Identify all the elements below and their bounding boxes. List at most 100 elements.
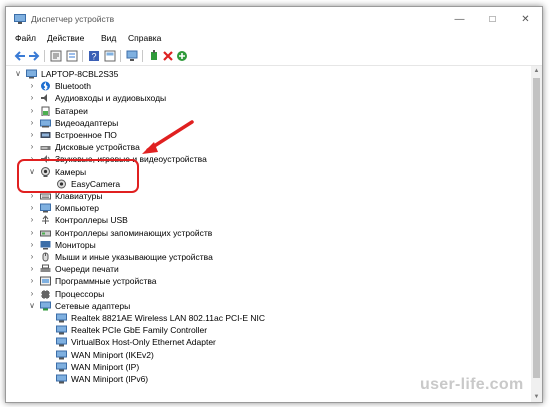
maximize-button[interactable]: □ <box>476 7 509 33</box>
expand-chevron-icon[interactable]: › <box>28 105 36 117</box>
toolbar-separator <box>120 50 121 62</box>
expand-chevron-icon[interactable]: › <box>28 117 36 129</box>
tree-device[interactable]: Realtek 8821AE Wireless LAN 802.11ac PCI… <box>6 312 526 324</box>
menu-view[interactable]: Вид <box>101 33 116 43</box>
help-icon[interactable]: ? <box>88 50 100 62</box>
tree-item-label: Мониторы <box>55 239 96 250</box>
close-window-button[interactable]: ✕ <box>509 7 542 33</box>
back-icon[interactable] <box>14 50 26 62</box>
expand-chevron-icon[interactable]: › <box>28 288 36 300</box>
toolbar-separator <box>44 50 45 62</box>
tree-category[interactable]: › Bluetooth <box>6 80 526 92</box>
device-tree: ∨ LAPTOP-8CBL2S35 › Bluetooth › Аудиовходы и … <box>6 66 531 402</box>
device-manager-window: Диспетчер устройств — □ ✕ Файл Действие … <box>5 6 543 403</box>
usb-icon <box>42 215 49 225</box>
network-icon <box>56 350 67 360</box>
tree-item-label: Встроенное ПО <box>55 130 117 140</box>
tree-category[interactable]: › Программные устройства <box>6 275 526 287</box>
tree-item-label: Компьютер <box>55 203 99 214</box>
expand-chevron-icon[interactable]: › <box>28 214 36 226</box>
expand-chevron-icon[interactable]: › <box>28 141 36 153</box>
annotation-highlight-box <box>17 159 139 193</box>
watermark: user-life.com <box>420 376 524 393</box>
svg-text:?: ? <box>92 52 97 62</box>
monitor-icon <box>40 240 51 250</box>
tree-category[interactable]: › Видеоадаптеры <box>6 117 526 129</box>
expand-chevron-icon[interactable]: › <box>28 251 36 263</box>
display-adapter-icon <box>40 119 51 128</box>
title-bar: Диспетчер устройств — □ ✕ <box>6 7 542 33</box>
vertical-scrollbar[interactable]: ▲ ▼ <box>531 66 542 402</box>
tree-category[interactable]: › Процессоры <box>6 288 526 300</box>
expand-chevron-open-icon[interactable]: ∨ <box>28 300 36 312</box>
tree-device[interactable]: VirtualBox Host-Only Ethernet Adapter <box>6 336 526 348</box>
tree-category[interactable]: › Компьютер <box>6 202 526 214</box>
toolbar-separator <box>82 50 83 62</box>
network-icon <box>56 325 67 335</box>
tree-item-label: WAN Miniport (IKEv2) <box>71 349 154 360</box>
toolbar: ? <box>6 47 542 66</box>
tree-item-label: Realtek PCIe GbE Family Controller <box>71 325 208 336</box>
tree-item-label: Дисковые устройства <box>55 142 140 153</box>
tree-item-label: Аудиовходы и аудиовыходы <box>55 93 167 104</box>
tree-item-label: Батареи <box>55 105 88 116</box>
minimize-button[interactable]: — <box>443 7 476 33</box>
properties-icon[interactable] <box>50 50 62 62</box>
tree-category[interactable]: › Дисковые устройства <box>6 141 526 153</box>
expand-chevron-icon[interactable]: › <box>28 239 36 251</box>
tree-category[interactable]: ∨ Сетевые адаптеры <box>6 300 526 312</box>
expand-chevron-icon[interactable]: › <box>28 129 36 141</box>
tree-category[interactable]: › Батареи <box>6 105 526 117</box>
expand-chevron-icon[interactable]: › <box>28 227 36 239</box>
tree-item-label: Видеоадаптеры <box>55 117 119 128</box>
disk-icon <box>40 146 51 151</box>
tree-category[interactable]: › Мониторы <box>6 239 526 251</box>
battery-icon <box>41 106 50 116</box>
expand-chevron-icon[interactable]: › <box>28 263 36 275</box>
scroll-down-icon[interactable]: ▼ <box>531 392 542 402</box>
tree-item-label: WAN Miniport (IP) <box>71 361 140 372</box>
tree-item-label: Мыши и иные указывающие устройства <box>55 252 213 262</box>
tree-category[interactable]: › Встроенное ПО <box>6 129 526 141</box>
menu-action[interactable]: Действие <box>47 33 84 43</box>
tree-category[interactable]: › Очереди печати <box>6 263 526 275</box>
expand-chevron-icon[interactable]: › <box>28 92 36 104</box>
menu-file[interactable]: Файл <box>15 33 36 43</box>
add-icon[interactable] <box>176 50 188 62</box>
annotation-arrow-icon <box>142 120 194 154</box>
expand-chevron-open-icon[interactable]: ∨ <box>14 68 22 80</box>
tree-category[interactable]: › Контроллеры USB <box>6 214 526 226</box>
tree-item-label: Контроллеры USB <box>55 215 128 226</box>
expand-chevron-icon[interactable]: › <box>28 80 36 92</box>
menu-help[interactable]: Справка <box>128 33 161 43</box>
tree-item-label: Realtek 8821AE Wireless LAN 802.11ac PCI… <box>71 313 266 323</box>
monitor-icon[interactable] <box>126 50 138 62</box>
printer-icon <box>40 264 51 273</box>
tree-category[interactable]: › Контроллеры запоминающих устройств <box>6 227 526 239</box>
list-icon[interactable] <box>66 50 78 62</box>
expand-chevron-icon[interactable]: › <box>28 275 36 287</box>
expand-chevron-icon[interactable]: › <box>28 202 36 214</box>
remove-icon[interactable] <box>162 50 174 62</box>
network-icon <box>56 362 67 372</box>
screenshot-frame: Диспетчер устройств — □ ✕ Файл Действие … <box>0 0 550 407</box>
firmware-icon <box>40 132 51 138</box>
tree-device[interactable]: WAN Miniport (IKEv2) <box>6 349 526 361</box>
mouse-icon <box>42 252 49 262</box>
tree-category[interactable]: › Мыши и иные указывающие устройства <box>6 251 526 263</box>
tree-root-computer[interactable]: ∨ LAPTOP-8CBL2S35 <box>6 68 526 80</box>
tree-item-label: Сетевые адаптеры <box>55 300 131 311</box>
tree-category[interactable]: › Аудиовходы и аудиовыходы <box>6 92 526 104</box>
scroll-up-icon[interactable]: ▲ <box>531 66 542 76</box>
tree-device[interactable]: Realtek PCIe GbE Family Controller <box>6 324 526 336</box>
toggle-view-icon[interactable] <box>104 50 116 62</box>
network-icon <box>40 301 51 311</box>
device-manager-app-icon <box>14 14 26 24</box>
scrollbar-thumb[interactable] <box>533 78 540 378</box>
forward-icon[interactable] <box>28 50 40 62</box>
processor-icon <box>41 289 50 299</box>
audio-icon <box>41 94 47 103</box>
tree-item-label: Программные устройства <box>55 276 157 287</box>
tree-device[interactable]: WAN Miniport (IP) <box>6 361 526 373</box>
update-driver-icon[interactable] <box>148 50 160 62</box>
